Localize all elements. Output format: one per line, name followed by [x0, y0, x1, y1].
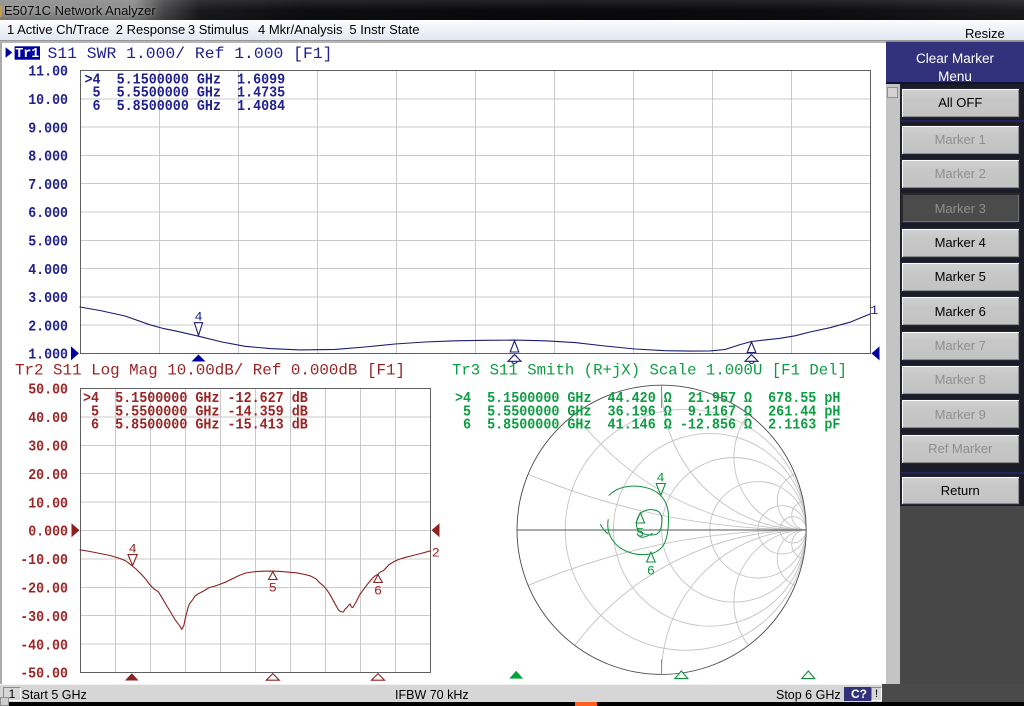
- svg-text:3.000: 3.000: [28, 290, 68, 307]
- svg-text:10.00: 10.00: [28, 92, 68, 109]
- svg-text:1: 1: [870, 304, 878, 319]
- svg-text:5: 5: [636, 526, 644, 541]
- svg-text:9.000: 9.000: [28, 120, 68, 137]
- svg-text:2: 2: [432, 547, 440, 562]
- svg-text:6: 6: [374, 585, 382, 600]
- svg-text:11.00: 11.00: [28, 64, 68, 81]
- svg-text:5.000: 5.000: [28, 234, 68, 251]
- svg-text:40.00: 40.00: [28, 410, 68, 427]
- svg-text:8.000: 8.000: [28, 149, 68, 166]
- svg-text:-30.00: -30.00: [20, 609, 68, 626]
- svg-text:-10.00: -10.00: [20, 552, 68, 569]
- svg-text:30.00: 30.00: [28, 439, 68, 456]
- svg-text:10.00: 10.00: [28, 495, 68, 512]
- svg-text:5: 5: [269, 582, 277, 597]
- svg-text:Tr1: Tr1: [15, 47, 39, 62]
- svg-text:2.000: 2.000: [28, 318, 68, 335]
- svg-text:50.00: 50.00: [28, 382, 68, 399]
- svg-text:4.000: 4.000: [28, 262, 68, 279]
- svg-text:6: 6: [647, 565, 655, 580]
- svg-text:Tr3 S11 Smith (R+jX) Scale 1.0: Tr3 S11 Smith (R+jX) Scale 1.000U [F1 De…: [452, 362, 847, 380]
- svg-text:Tr2 S11 Log Mag 10.00dB/ Ref 0: Tr2 S11 Log Mag 10.00dB/ Ref 0.000dB [F1…: [15, 362, 405, 380]
- svg-text:-40.00: -40.00: [20, 637, 68, 654]
- svg-text:20.00: 20.00: [28, 467, 68, 484]
- svg-text:6.000: 6.000: [28, 205, 68, 222]
- svg-text:-20.00: -20.00: [20, 581, 68, 598]
- svg-text:-50.00: -50.00: [20, 666, 68, 683]
- svg-text:0.000: 0.000: [28, 524, 68, 541]
- svg-text:S11 SWR 1.000/ Ref 1.000 [F1]: S11 SWR 1.000/ Ref 1.000 [F1]: [48, 45, 333, 63]
- svg-text:6 5.8500000 GHz -15.413 dB: 6 5.8500000 GHz -15.413 dB: [83, 417, 308, 434]
- svg-text:6 5.8500000 GHz 41.146 Ω -12: 6 5.8500000 GHz 41.146 Ω -12.856 Ω 2.116…: [455, 417, 840, 434]
- svg-text:7.000: 7.000: [28, 177, 68, 194]
- svg-text:6 5.8500000 GHz 1.4084: 6 5.8500000 GHz 1.4084: [85, 98, 286, 115]
